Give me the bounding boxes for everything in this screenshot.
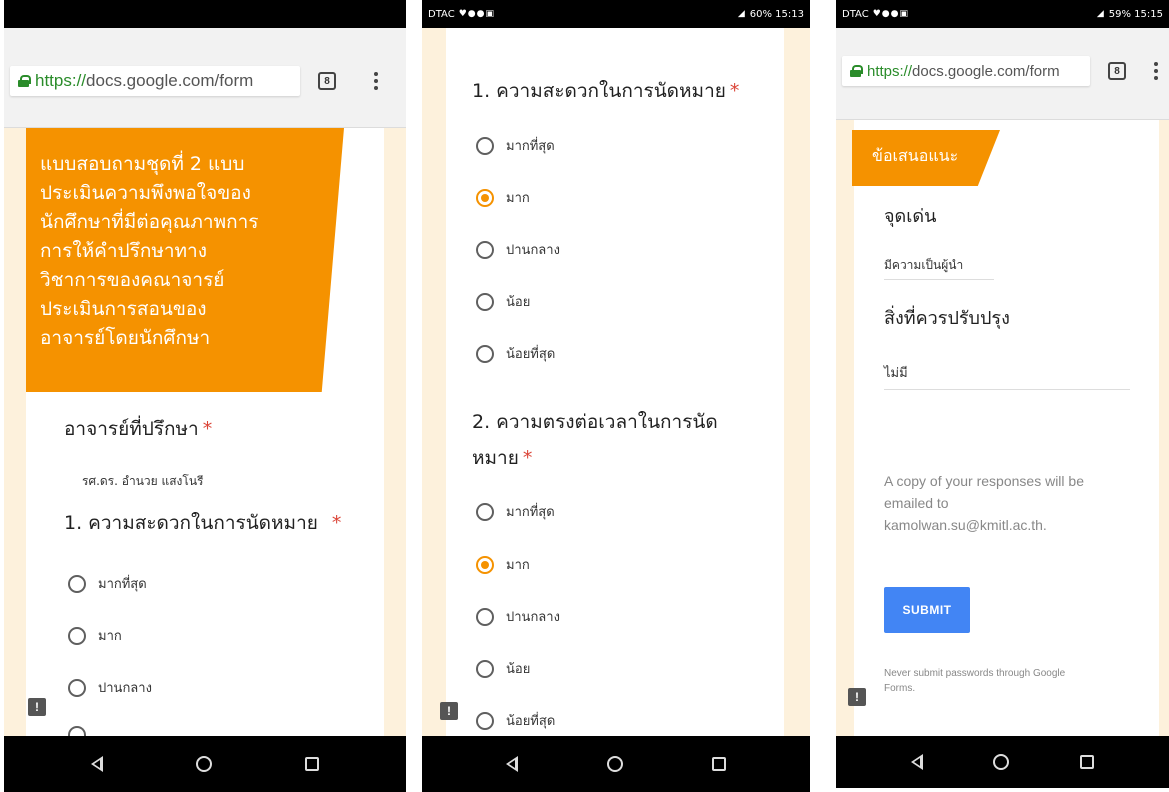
form-title-line: ประเมินการสอนของ [40, 298, 207, 320]
back-icon[interactable] [506, 756, 519, 772]
home-icon[interactable] [993, 754, 1010, 770]
radio-option[interactable]: มากที่สุด [476, 135, 555, 156]
radio-option[interactable]: ปานกลาง [476, 239, 560, 260]
radio-button[interactable] [476, 607, 494, 626]
radio-option[interactable]: มาก [476, 554, 530, 575]
home-icon[interactable] [606, 756, 623, 772]
radio-option[interactable]: มาก [476, 187, 530, 208]
lock-icon [18, 75, 31, 87]
form-title-line: การให้คำปรึกษาทาง [40, 240, 207, 262]
more-options-icon[interactable] [374, 72, 378, 90]
radio-button-selected[interactable] [476, 188, 494, 207]
form-title-line: นักศึกษาที่มีต่อคุณภาพการ [40, 211, 259, 233]
radio-button[interactable] [68, 678, 86, 697]
address-bar[interactable]: https://docs.google.com/form [10, 66, 300, 96]
radio-option[interactable]: น้อยที่สุด [476, 343, 555, 364]
improvement-question: สิ่งที่ควรปรับปรุง [884, 308, 1010, 329]
question-2-title: 2. ความตรงต่อเวลาในการนัด หมาย * [472, 411, 718, 469]
lock-icon [850, 65, 863, 77]
email-copy-note: A copy of your responses will be emailed… [884, 473, 1084, 533]
radio-option[interactable]: มากที่สุด [68, 573, 147, 594]
section-title: ข้อเสนอแนะ [872, 146, 959, 165]
radio-option[interactable]: น้อย [476, 658, 530, 679]
phone-screen-3: DTAC ♥●●▣ ◢ 59% 15:15 https://docs.google.… [836, 0, 1169, 792]
notification-icons: ♥●●▣ [458, 9, 495, 19]
browser-toolbar: https://docs.google.com/form 8 [4, 28, 406, 128]
form-title-banner: แบบสอบถามชุดที่ 2 แบบ ประเมินความพึงพอใจ… [26, 128, 344, 392]
question-1-title: 1. ความสะดวกในการนัดหมาย * [64, 512, 342, 534]
radio-option[interactable]: มาก [68, 625, 122, 646]
android-nav-bar [836, 736, 1169, 788]
carrier-label: DTAC [842, 8, 869, 20]
password-warning: Never submit passwords through Google Fo… [884, 668, 1066, 694]
strength-answer[interactable]: มีความเป็นผู้นำ [884, 256, 994, 280]
question-1-title: 1. ความสะดวกในการนัดหมาย * [472, 80, 740, 102]
advisor-question: อาจารย์ที่ปรึกษา * [64, 418, 213, 440]
radio-option[interactable]: น้อยที่สุด [476, 710, 555, 731]
battery-clock: 59% 15:15 [1108, 8, 1163, 20]
form-title-line: แบบสอบถามชุดที่ 2 แบบ [40, 153, 245, 175]
improvement-answer[interactable]: ไม่มี [884, 362, 1130, 390]
radio-button[interactable] [68, 626, 86, 645]
submit-button[interactable]: SUBMIT [884, 587, 970, 633]
notification-icons: ♥●●▣ [872, 9, 909, 19]
section-title-banner: ข้อเสนอแนะ [852, 130, 1000, 186]
radio-button[interactable] [68, 574, 86, 593]
status-bar [4, 0, 406, 28]
more-options-icon[interactable] [1154, 62, 1158, 80]
battery-clock: 60% 15:13 [749, 8, 804, 20]
back-icon[interactable] [90, 756, 103, 772]
phone-screen-1: https://docs.google.com/form 8 แบบสอบถาม… [4, 0, 406, 792]
phone-screen-2: DTAC ♥●●▣ ◢ 60% 15:13 1. ความสะดวกในการนัด… [422, 0, 810, 792]
radio-option[interactable]: น้อย [476, 291, 530, 312]
back-icon[interactable] [911, 754, 924, 770]
android-nav-bar [422, 736, 810, 792]
strength-question: จุดเด่น [884, 206, 937, 227]
radio-option[interactable]: ปานกลาง [68, 677, 152, 698]
tabs-count-icon[interactable]: 8 [318, 72, 336, 90]
radio-button[interactable] [476, 502, 494, 521]
advisor-answer: รศ.ดร. อำนวย แสงโนรี [82, 474, 204, 488]
feedback-icon[interactable]: ! [440, 702, 458, 720]
recent-apps-icon[interactable] [1079, 755, 1094, 769]
radio-button[interactable] [476, 659, 494, 678]
url-text: https://docs.google.com/form [35, 71, 254, 90]
status-bar: DTAC ♥●●▣ ◢ 60% 15:13 [422, 0, 810, 28]
radio-option[interactable]: ปานกลาง [476, 606, 560, 627]
feedback-icon[interactable]: ! [28, 698, 46, 716]
form-title-line: ประเมินความพึงพอใจของ [40, 182, 251, 204]
status-bar: DTAC ♥●●▣ ◢ 59% 15:15 [836, 0, 1169, 28]
recent-apps-icon[interactable] [305, 757, 320, 771]
home-icon[interactable] [195, 756, 212, 772]
tabs-count-icon[interactable]: 8 [1108, 62, 1126, 80]
radio-button[interactable] [476, 292, 494, 311]
signal-icon: ◢ [1096, 9, 1105, 19]
recent-apps-icon[interactable] [711, 757, 726, 771]
browser-toolbar: https://docs.google.com/form 8 [836, 28, 1169, 120]
address-bar[interactable]: https://docs.google.com/form [842, 56, 1090, 86]
signal-icon: ◢ [737, 9, 746, 19]
feedback-icon[interactable]: ! [848, 688, 866, 706]
radio-button-selected[interactable] [476, 555, 494, 574]
radio-button[interactable] [476, 240, 494, 259]
radio-option[interactable]: มากที่สุด [476, 501, 555, 522]
url-text: https://docs.google.com/form [867, 62, 1060, 80]
radio-button[interactable] [476, 711, 494, 730]
carrier-label: DTAC [428, 8, 455, 20]
form-title-line: อาจารย์โดยนักศึกษา [40, 327, 211, 349]
form-title-line: วิชาการของคณาจารย์ [40, 269, 225, 291]
android-nav-bar [4, 736, 406, 792]
radio-button[interactable] [476, 344, 494, 363]
radio-button[interactable] [476, 136, 494, 155]
